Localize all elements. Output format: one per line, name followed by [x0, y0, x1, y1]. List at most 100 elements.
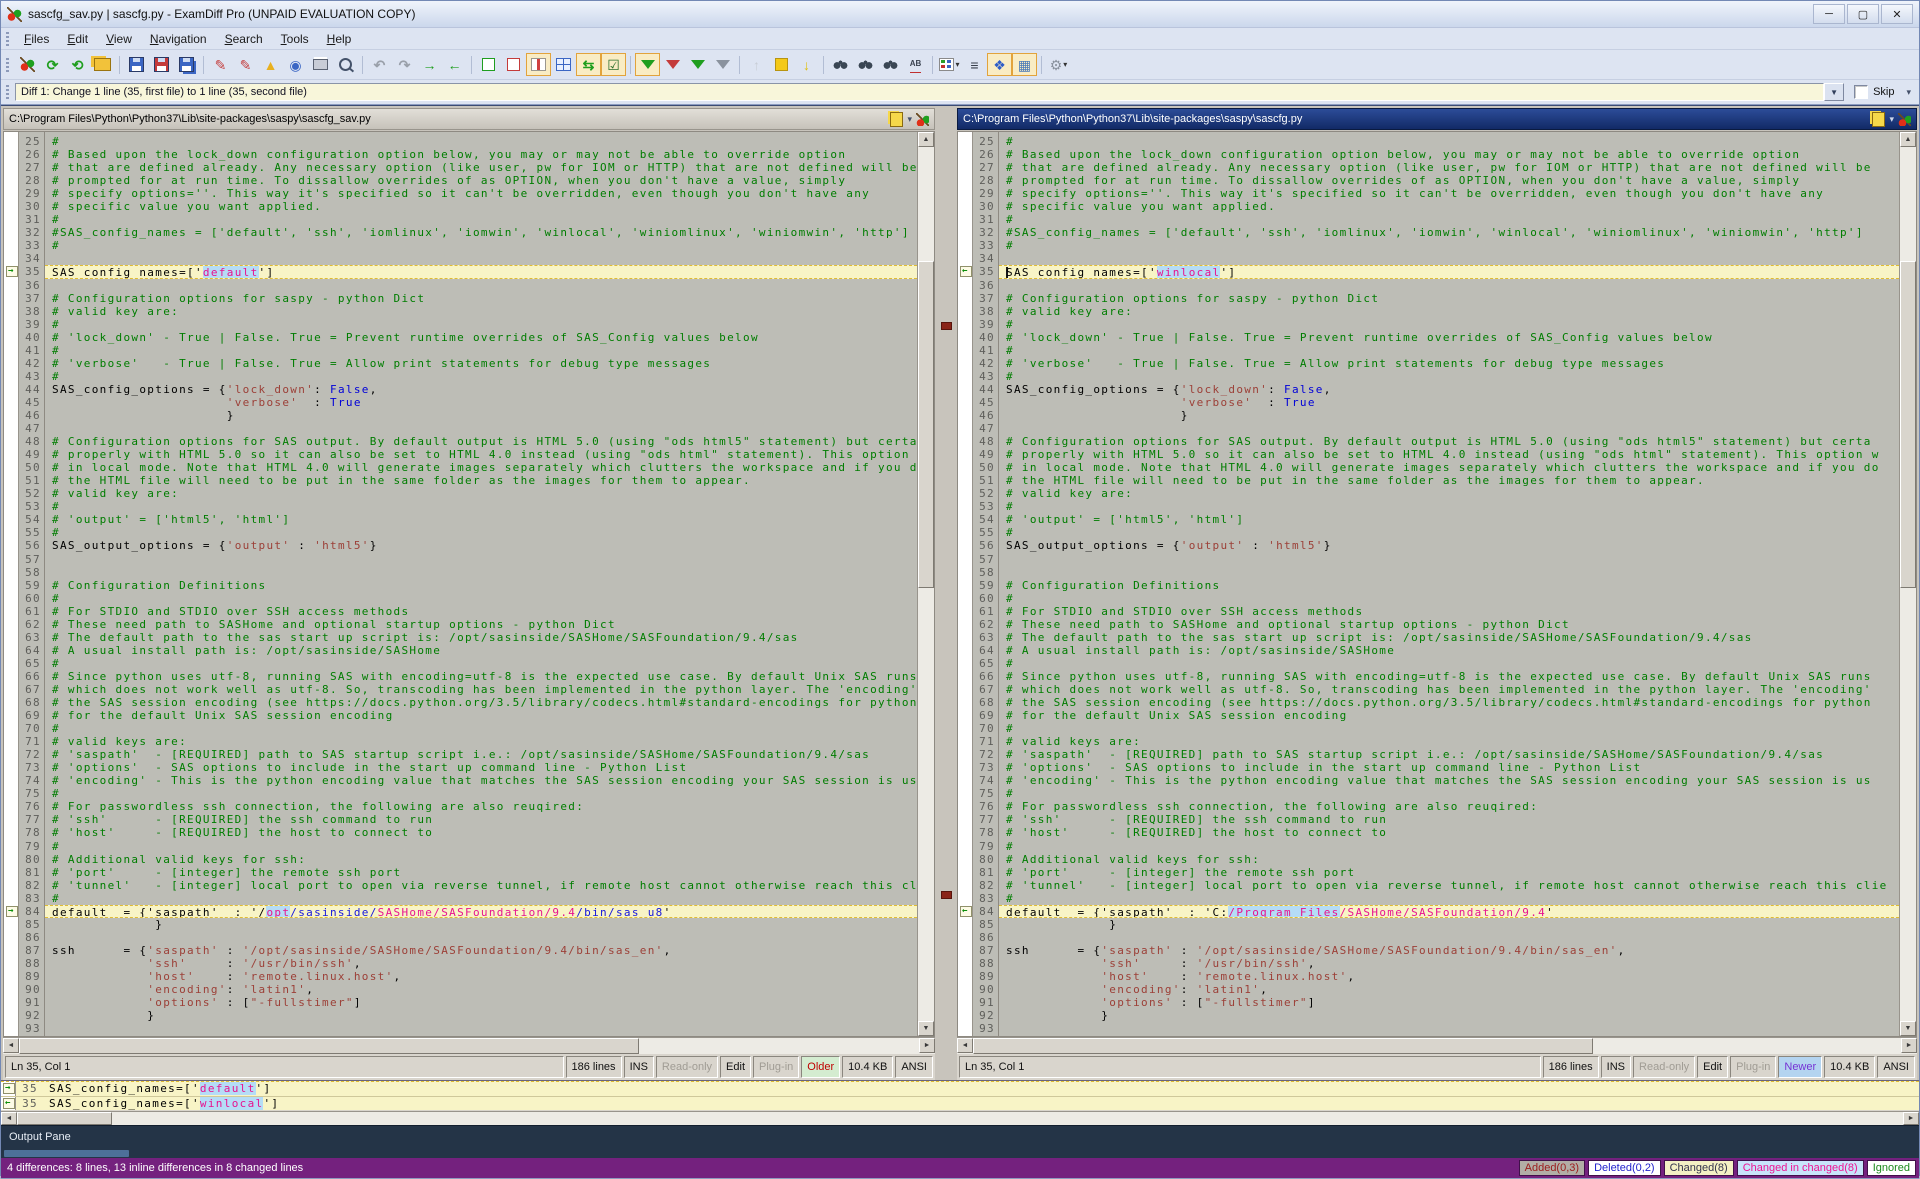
code-line[interactable]: 38# valid key are: [958, 305, 1899, 318]
left-file-header[interactable]: C:\Program Files\Python\Python37\Lib\sit… [3, 108, 935, 130]
code-line[interactable]: 85 } [4, 918, 917, 931]
skip-checkbox[interactable] [1854, 85, 1868, 99]
code-line[interactable]: 28# prompted for at run time. To dissall… [4, 174, 917, 187]
code-text[interactable]: #SAS_config_names = ['default', 'ssh', '… [45, 226, 917, 239]
find-icon[interactable] [828, 53, 853, 76]
code-text[interactable]: # For passwordless ssh connection, the f… [45, 800, 917, 813]
scroll-right-icon[interactable]: ► [1903, 1112, 1919, 1125]
code-line[interactable]: 51# the HTML file will need to be put in… [4, 474, 917, 487]
code-text[interactable]: # [45, 135, 917, 148]
code-line[interactable]: 86 [958, 931, 1899, 944]
code-text[interactable]: # Based upon the lock_down configuration… [999, 148, 1899, 161]
code-line[interactable]: 54# 'output' = ['html5', 'html'] [4, 513, 917, 526]
code-text[interactable]: # prompted for at run time. To dissallow… [999, 174, 1899, 187]
code-text[interactable]: } [45, 918, 917, 931]
code-text[interactable]: # [999, 657, 1899, 670]
code-line[interactable]: 57 [4, 553, 917, 566]
code-line[interactable]: 40# 'lock_down' - True | False. True = P… [4, 331, 917, 344]
copy-to-left-icon[interactable]: ← [442, 53, 467, 76]
code-line[interactable]: 48# Configuration options for SAS output… [4, 435, 917, 448]
code-text[interactable]: # for the default Unix SAS session encod… [999, 709, 1899, 722]
show-second-pane-icon[interactable] [501, 53, 526, 76]
code-line[interactable]: 37# Configuration options for saspy - py… [4, 292, 917, 305]
code-line[interactable]: 50# in local mode. Note that HTML 4.0 wi… [4, 461, 917, 474]
code-line[interactable]: 90 'encoding': 'latin1', [4, 983, 917, 996]
code-line[interactable]: 78# 'host' - [REQUIRED] the host to conn… [4, 826, 917, 839]
code-text[interactable]: # [999, 239, 1899, 252]
synchronize-scrolling-icon[interactable]: ⇆ [576, 53, 601, 76]
code-text[interactable]: # [45, 526, 917, 539]
code-text[interactable]: # Configuration Definitions [999, 579, 1899, 592]
code-text[interactable]: # [999, 892, 1899, 905]
code-text[interactable] [999, 279, 1899, 292]
code-line[interactable]: 60# [958, 592, 1899, 605]
save-all-icon[interactable] [174, 53, 199, 76]
code-line[interactable]: 82# 'tunnel' - [integer] local port to o… [4, 879, 917, 892]
code-text[interactable]: # [999, 500, 1899, 513]
code-line[interactable]: 81# 'port' - [integer] the remote ssh po… [4, 866, 917, 879]
code-text[interactable] [45, 422, 917, 435]
code-line[interactable]: 44SAS_config_options = {'lock_down': Fal… [958, 383, 1899, 396]
code-text[interactable] [45, 566, 917, 579]
code-line[interactable]: 85 } [958, 918, 1899, 931]
code-line[interactable]: 36 [958, 279, 1899, 292]
snapshot-icon[interactable]: ▲ [258, 53, 283, 76]
next-diff-icon[interactable]: ↓ [794, 53, 819, 76]
diff-panel-scrollbar[interactable]: ◄ ► [1, 1111, 1919, 1125]
code-line[interactable]: 40# 'lock_down' - True | False. True = P… [958, 331, 1899, 344]
code-line[interactable]: 56SAS_output_options = {'output' : 'html… [958, 539, 1899, 552]
code-text[interactable] [999, 252, 1899, 265]
code-line[interactable]: 81# 'port' - [integer] the remote ssh po… [958, 866, 1899, 879]
code-line[interactable]: 69# for the default Unix SAS session enc… [4, 709, 917, 722]
code-text[interactable]: # 'port' - [integer] the remote ssh port [999, 866, 1899, 879]
code-line[interactable]: →84default = {'saspath' : '/opt/sasinsid… [4, 905, 917, 918]
code-line[interactable]: 32#SAS_config_names = ['default', 'ssh',… [4, 226, 917, 239]
code-line[interactable]: 39# [958, 318, 1899, 331]
code-text[interactable]: 'verbose' : True [45, 396, 917, 409]
edit-second-file-icon[interactable]: ✎ [233, 53, 258, 76]
code-line[interactable]: 31# [4, 213, 917, 226]
code-text[interactable] [45, 1022, 917, 1035]
code-line[interactable]: 76# For passwordless ssh connection, the… [958, 800, 1899, 813]
compare-icon[interactable] [1898, 113, 1911, 126]
scroll-right-icon[interactable]: ► [1901, 1038, 1917, 1053]
code-text[interactable]: # [45, 370, 917, 383]
code-line[interactable]: 45 'verbose' : True [958, 396, 1899, 409]
code-text[interactable]: # properly with HTML 5.0 so it can also … [45, 448, 917, 461]
code-text[interactable]: default = {'saspath' : 'C:/Program Files… [999, 905, 1899, 918]
code-line[interactable]: 52# valid key are: [958, 487, 1899, 500]
right-hscroll-thumb[interactable] [973, 1038, 1593, 1054]
code-text[interactable]: # which does not work well as utf-8. So,… [999, 683, 1899, 696]
code-line[interactable]: 65# [4, 657, 917, 670]
code-line[interactable]: 83# [4, 892, 917, 905]
show-changed-filter-icon[interactable] [685, 53, 710, 76]
code-text[interactable]: # 'lock_down' - True | False. True = Pre… [999, 331, 1899, 344]
code-text[interactable]: # in local mode. Note that HTML 4.0 will… [999, 461, 1899, 474]
left-code-area[interactable]: 25#26# Based upon the lock_down configur… [4, 132, 917, 1036]
editor-options-icon[interactable]: ▦ [1012, 53, 1037, 76]
code-line[interactable]: 33# [958, 239, 1899, 252]
code-line[interactable]: 88 'ssh' : '/usr/bin/ssh', [4, 957, 917, 970]
code-line[interactable]: 49# properly with HTML 5.0 so it can als… [958, 448, 1899, 461]
right-horizontal-scrollbar[interactable]: ◄ ► [957, 1037, 1917, 1054]
code-text[interactable]: # [45, 500, 917, 513]
code-text[interactable]: # the SAS session encoding (see https://… [999, 696, 1899, 709]
code-text[interactable] [999, 566, 1899, 579]
show-first-pane-icon[interactable] [476, 53, 501, 76]
code-text[interactable]: # [999, 722, 1899, 735]
code-text[interactable]: ssh = {'saspath' : '/opt/sasinside/SASHo… [45, 944, 917, 957]
code-text[interactable]: # 'output' = ['html5', 'html'] [999, 513, 1899, 526]
code-line[interactable]: 53# [4, 500, 917, 513]
code-text[interactable]: # 'encoding' - This is the python encodi… [45, 774, 917, 787]
code-text[interactable]: # 'ssh' - [REQUIRED] the ssh command to … [45, 813, 917, 826]
code-text[interactable] [45, 252, 917, 265]
code-text[interactable]: # 'output' = ['html5', 'html'] [45, 513, 917, 526]
code-line[interactable]: 51# the HTML file will need to be put in… [958, 474, 1899, 487]
diff-panel-line[interactable]: ←35SAS_config_names=['winlocal'] [1, 1096, 1919, 1111]
code-line[interactable]: 79# [958, 840, 1899, 853]
code-line[interactable]: 56SAS_output_options = {'output' : 'html… [4, 539, 917, 552]
scroll-left-icon[interactable]: ◄ [1, 1112, 17, 1125]
code-text[interactable]: # 'saspath' - [REQUIRED] path to SAS sta… [45, 748, 917, 761]
code-text[interactable]: # [45, 722, 917, 735]
code-line[interactable]: 53# [958, 500, 1899, 513]
